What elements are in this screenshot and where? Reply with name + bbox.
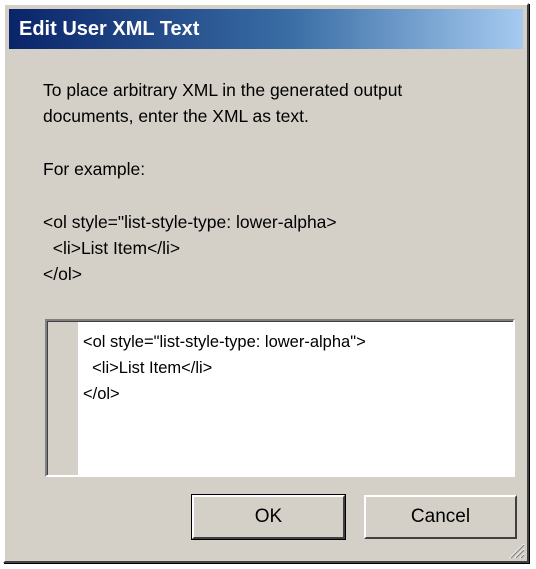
resize-grip-icon[interactable] (507, 541, 525, 559)
editor-line-2: <li>List Item</li> (83, 359, 213, 377)
title-bar[interactable]: Edit User XML Text (9, 9, 523, 49)
example-label: For example: (43, 159, 146, 179)
dialog-title: Edit User XML Text (19, 18, 200, 40)
ok-button[interactable]: OK (191, 494, 346, 540)
editor-line-1: <ol style="list-style-type: lower-alpha"… (83, 333, 366, 351)
example-line-1: <ol style="list-style-type: lower-alpha> (43, 212, 337, 232)
instructions-text: To place arbitrary XML in the generated … (43, 77, 513, 287)
instruction-line-2: documents, enter the XML as text. (43, 106, 309, 126)
example-line-2: <li>List Item</li> (43, 238, 181, 258)
editor-gutter (48, 322, 78, 475)
editor-line-3: </ol> (83, 385, 120, 403)
edit-user-xml-text-dialog: Edit User XML Text To place arbitrary XM… (3, 3, 529, 563)
editor-content[interactable]: <ol style="list-style-type: lower-alpha"… (83, 329, 509, 407)
instruction-line-1: To place arbitrary XML in the generated … (43, 80, 403, 100)
example-line-3: </ol> (43, 264, 82, 284)
cancel-button[interactable]: Cancel (364, 495, 517, 539)
xml-text-editor[interactable]: <ol style="list-style-type: lower-alpha"… (45, 319, 515, 477)
